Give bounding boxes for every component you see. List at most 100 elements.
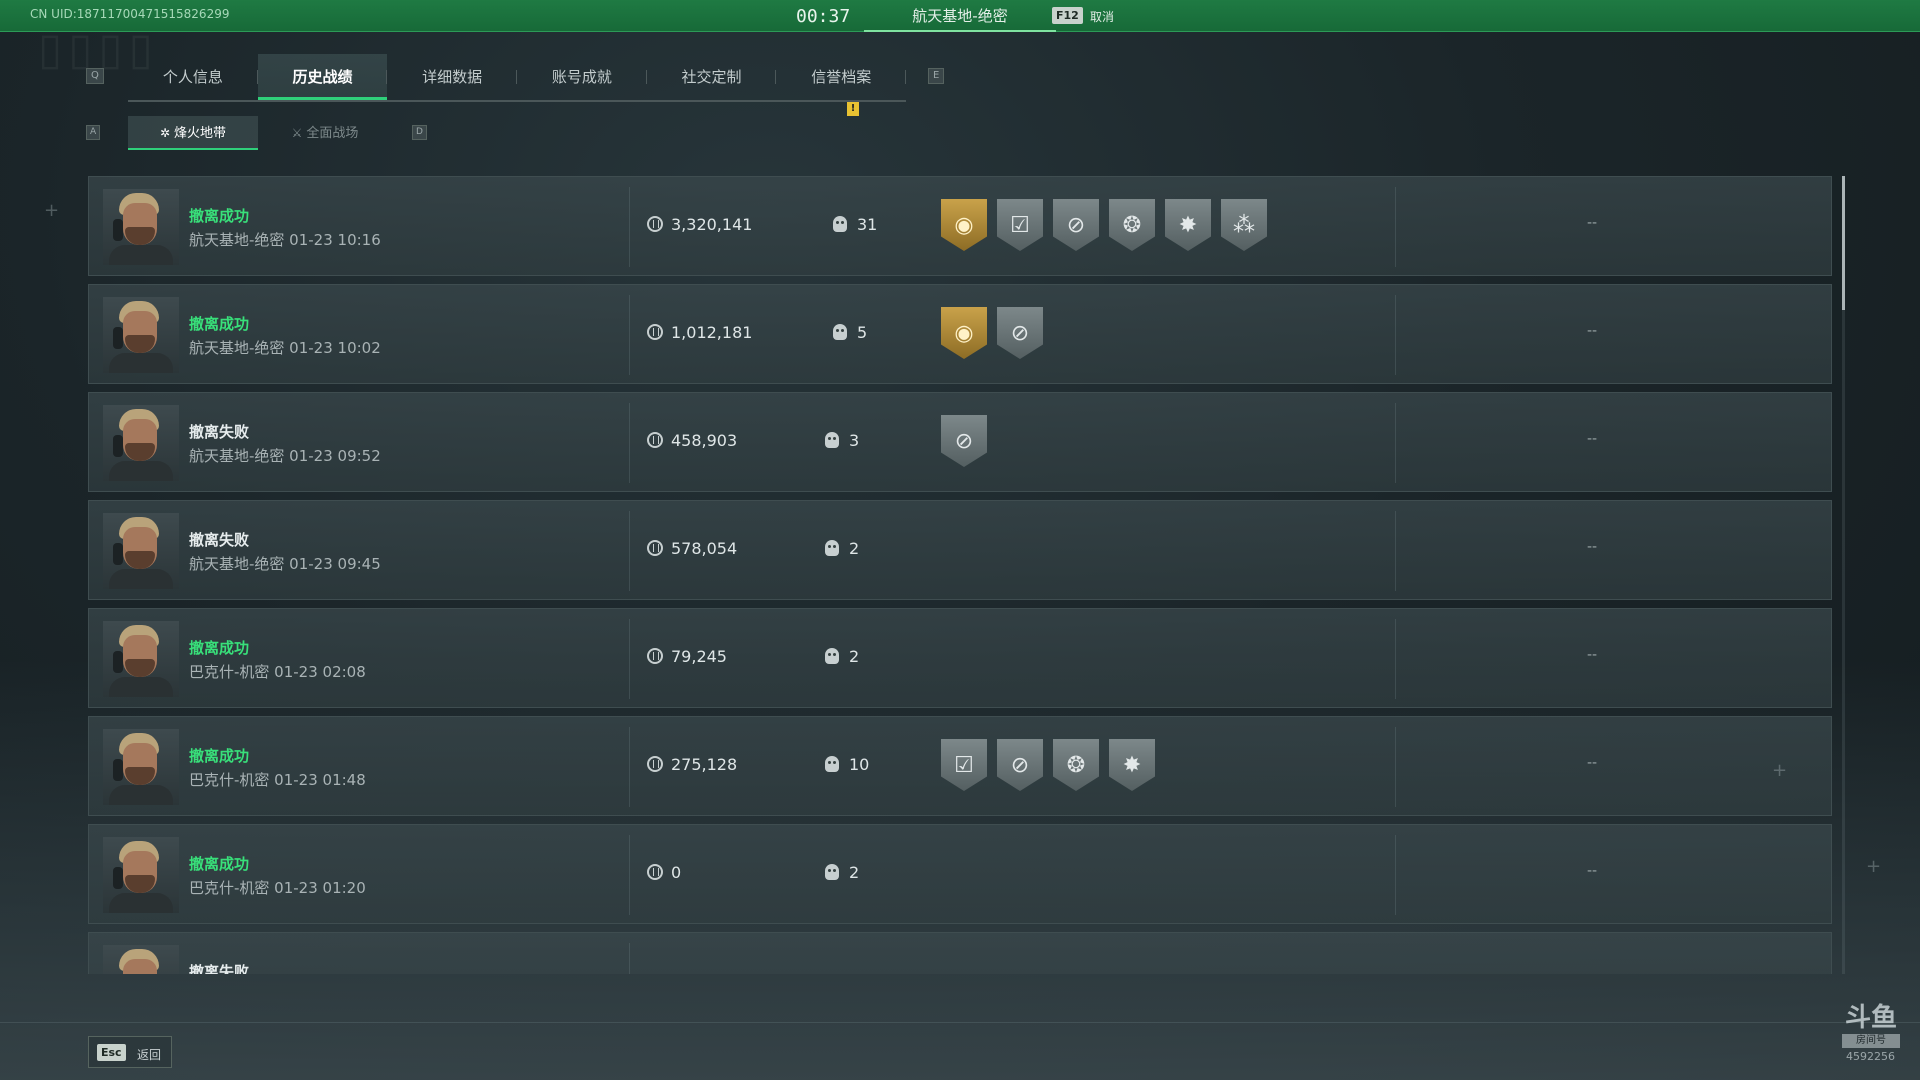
- no-target-icon[interactable]: ⊘: [997, 307, 1043, 359]
- no-target-icon[interactable]: ⊘: [941, 415, 987, 467]
- coin-icon: [647, 432, 663, 448]
- kill-count: 3: [825, 431, 859, 450]
- extra-info: --: [1587, 539, 1598, 555]
- tab-prev-keycap[interactable]: Q: [86, 68, 104, 84]
- extra-info: --: [1587, 755, 1598, 771]
- esc-keycap: Esc: [97, 1044, 126, 1061]
- kill-count-text: 2: [849, 863, 860, 882]
- coin-icon: [647, 756, 663, 772]
- tab-personal-info[interactable]: 个人信息: [128, 54, 258, 100]
- coin-icon: [647, 540, 663, 556]
- match-row[interactable]: 撤离失败 航天基地-绝密 01-23 09:45 578,054 2 --: [88, 500, 1832, 600]
- subtab-hazard-zone[interactable]: ✲ 烽火地带: [128, 116, 258, 150]
- kill-count-text: 31: [857, 215, 878, 234]
- hud-crosshair-icon: +: [1866, 856, 1882, 877]
- subtab-all-out-warfare-label: 全面战场: [306, 126, 359, 141]
- extraction-result: 撤离成功: [189, 315, 250, 333]
- operator-avatar: [103, 297, 179, 373]
- winged-skull-icon[interactable]: ❂: [1109, 199, 1155, 251]
- mode-subtabs: A ✲ 烽火地带 ⚔ 全面战场 D: [86, 116, 436, 150]
- extracted-value-text: 0: [671, 863, 682, 882]
- subtab-prev-keycap[interactable]: A: [86, 125, 101, 140]
- list-scrollbar[interactable]: [1842, 176, 1845, 974]
- hud-crosshair-icon: +: [1772, 760, 1788, 781]
- kill-count: 31: [833, 215, 877, 234]
- match-map-time: 巴克什-机密 01-23 02:08: [189, 663, 366, 681]
- extracted-value: 1,012,181: [647, 323, 752, 342]
- match-history-list: 撤离成功 航天基地-绝密 01-23 10:16 3,320,141 31 ◉ …: [88, 176, 1832, 974]
- shield-check-icon[interactable]: ☑: [997, 199, 1043, 251]
- skull-icon: [825, 432, 839, 448]
- extraction-result: 撤离失败: [189, 423, 250, 441]
- match-row[interactable]: 撤离成功 航天基地-绝密 01-23 10:16 3,320,141 31 ◉ …: [88, 176, 1832, 276]
- main-tabs: Q 个人信息 历史战绩 详细数据 账号成就 社交定制 信誉档案 ! E: [86, 54, 946, 116]
- subtab-hazard-zone-label: 烽火地带: [174, 126, 227, 141]
- match-row[interactable]: 撤离成功 巴克什-机密 01-23 01:48 275,128 10 ☑ ⊘ ❂…: [88, 716, 1832, 816]
- kill-count-text: 10: [849, 755, 870, 774]
- tab-reputation-profile[interactable]: 信誉档案: [776, 54, 906, 100]
- match-row[interactable]: 撤离失败 航天基地-绝密 01-23 09:52 458,903 3 ⊘ --: [88, 392, 1832, 492]
- back-button[interactable]: Esc 返回: [88, 1036, 172, 1068]
- back-label: 返回: [137, 1048, 162, 1062]
- subtab-next-keycap[interactable]: D: [412, 125, 427, 140]
- kill-count: 2: [825, 539, 859, 558]
- extracted-value-text: 578,054: [671, 539, 738, 558]
- kill-count-text: 2: [849, 539, 860, 558]
- skull-icon: [833, 216, 847, 232]
- match-map-time: 巴克什-机密 01-23 01:48: [189, 771, 366, 789]
- burst-icon[interactable]: ✸: [1165, 199, 1211, 251]
- tab-match-history[interactable]: 历史战绩: [257, 54, 388, 100]
- match-map-time: 巴克什-机密 01-23 01:20: [189, 879, 366, 897]
- uid-label: CN UID:18711700471515826299: [30, 7, 230, 21]
- tab-account-achievements[interactable]: 账号成就: [517, 54, 647, 100]
- hazard-zone-icon: ✲: [159, 126, 171, 140]
- extraction-result: 撤离失败: [189, 531, 250, 549]
- hud-crosshair-icon: +: [44, 200, 60, 221]
- kill-count-text: 5: [857, 323, 868, 342]
- extracted-value: 0: [647, 863, 681, 882]
- match-row[interactable]: 撤离成功 巴克什-机密 01-23 01:20 0 2 --: [88, 824, 1832, 924]
- extracted-value: 578,054: [647, 539, 737, 558]
- gold-rank-icon[interactable]: ◉: [941, 307, 987, 359]
- cancel-button[interactable]: 取消: [1090, 8, 1114, 25]
- room-label: 房间号: [1842, 1034, 1900, 1048]
- extracted-value-text: 275,128: [671, 755, 738, 774]
- extraction-result: 撤离成功: [189, 855, 250, 873]
- extra-info: --: [1587, 323, 1598, 339]
- extracted-value-text: 1,012,181: [671, 323, 753, 342]
- tab-detailed-data[interactable]: 详细数据: [387, 54, 517, 100]
- shield-check-icon[interactable]: ☑: [941, 739, 987, 791]
- extraction-result: 撤离失败: [189, 963, 250, 974]
- winged-skull-icon[interactable]: ❂: [1053, 739, 1099, 791]
- badge-list: ◉ ⊘: [941, 307, 1053, 361]
- top-bar: CN UID:18711700471515826299 00:37 航天基地-绝…: [0, 0, 1920, 32]
- no-target-icon[interactable]: ⊘: [1053, 199, 1099, 251]
- badge-list: ◉ ☑ ⊘ ❂ ✸ ⁂: [941, 199, 1277, 253]
- match-map-time: 航天基地-绝密 01-23 10:16: [189, 231, 381, 249]
- coin-icon: [647, 324, 663, 340]
- match-row[interactable]: 撤离成功 巴克什-机密 01-23 02:08 79,245 2 --: [88, 608, 1832, 708]
- burst-icon[interactable]: ✸: [1109, 739, 1155, 791]
- gold-rank-icon[interactable]: ◉: [941, 199, 987, 251]
- match-row[interactable]: 撤离失败: [88, 932, 1832, 974]
- no-target-icon[interactable]: ⊘: [997, 739, 1043, 791]
- warfare-icon: ⚔: [291, 126, 303, 140]
- douyu-logo: 斗鱼: [1844, 1003, 1897, 1033]
- skull-icon: [825, 540, 839, 556]
- extracted-value-text: 79,245: [671, 647, 727, 666]
- extracted-value: 458,903: [647, 431, 737, 450]
- extra-info: --: [1587, 863, 1598, 879]
- tab-social-customization[interactable]: 社交定制: [647, 54, 777, 100]
- subtab-all-out-warfare[interactable]: ⚔ 全面战场: [260, 116, 390, 150]
- scrollbar-thumb[interactable]: [1842, 176, 1845, 310]
- badge-list: ⊘: [941, 415, 997, 469]
- kill-count-text: 2: [849, 647, 860, 666]
- extra-info: --: [1587, 431, 1598, 447]
- operator-avatar: [103, 189, 179, 265]
- kill-count: 2: [825, 863, 859, 882]
- tab-next-keycap[interactable]: E: [928, 68, 945, 84]
- operator-avatar: [103, 621, 179, 697]
- match-row[interactable]: 撤离成功 航天基地-绝密 01-23 10:02 1,012,181 5 ◉ ⊘…: [88, 284, 1832, 384]
- ammo-icon[interactable]: ⁂: [1221, 199, 1267, 251]
- operator-avatar: [103, 837, 179, 913]
